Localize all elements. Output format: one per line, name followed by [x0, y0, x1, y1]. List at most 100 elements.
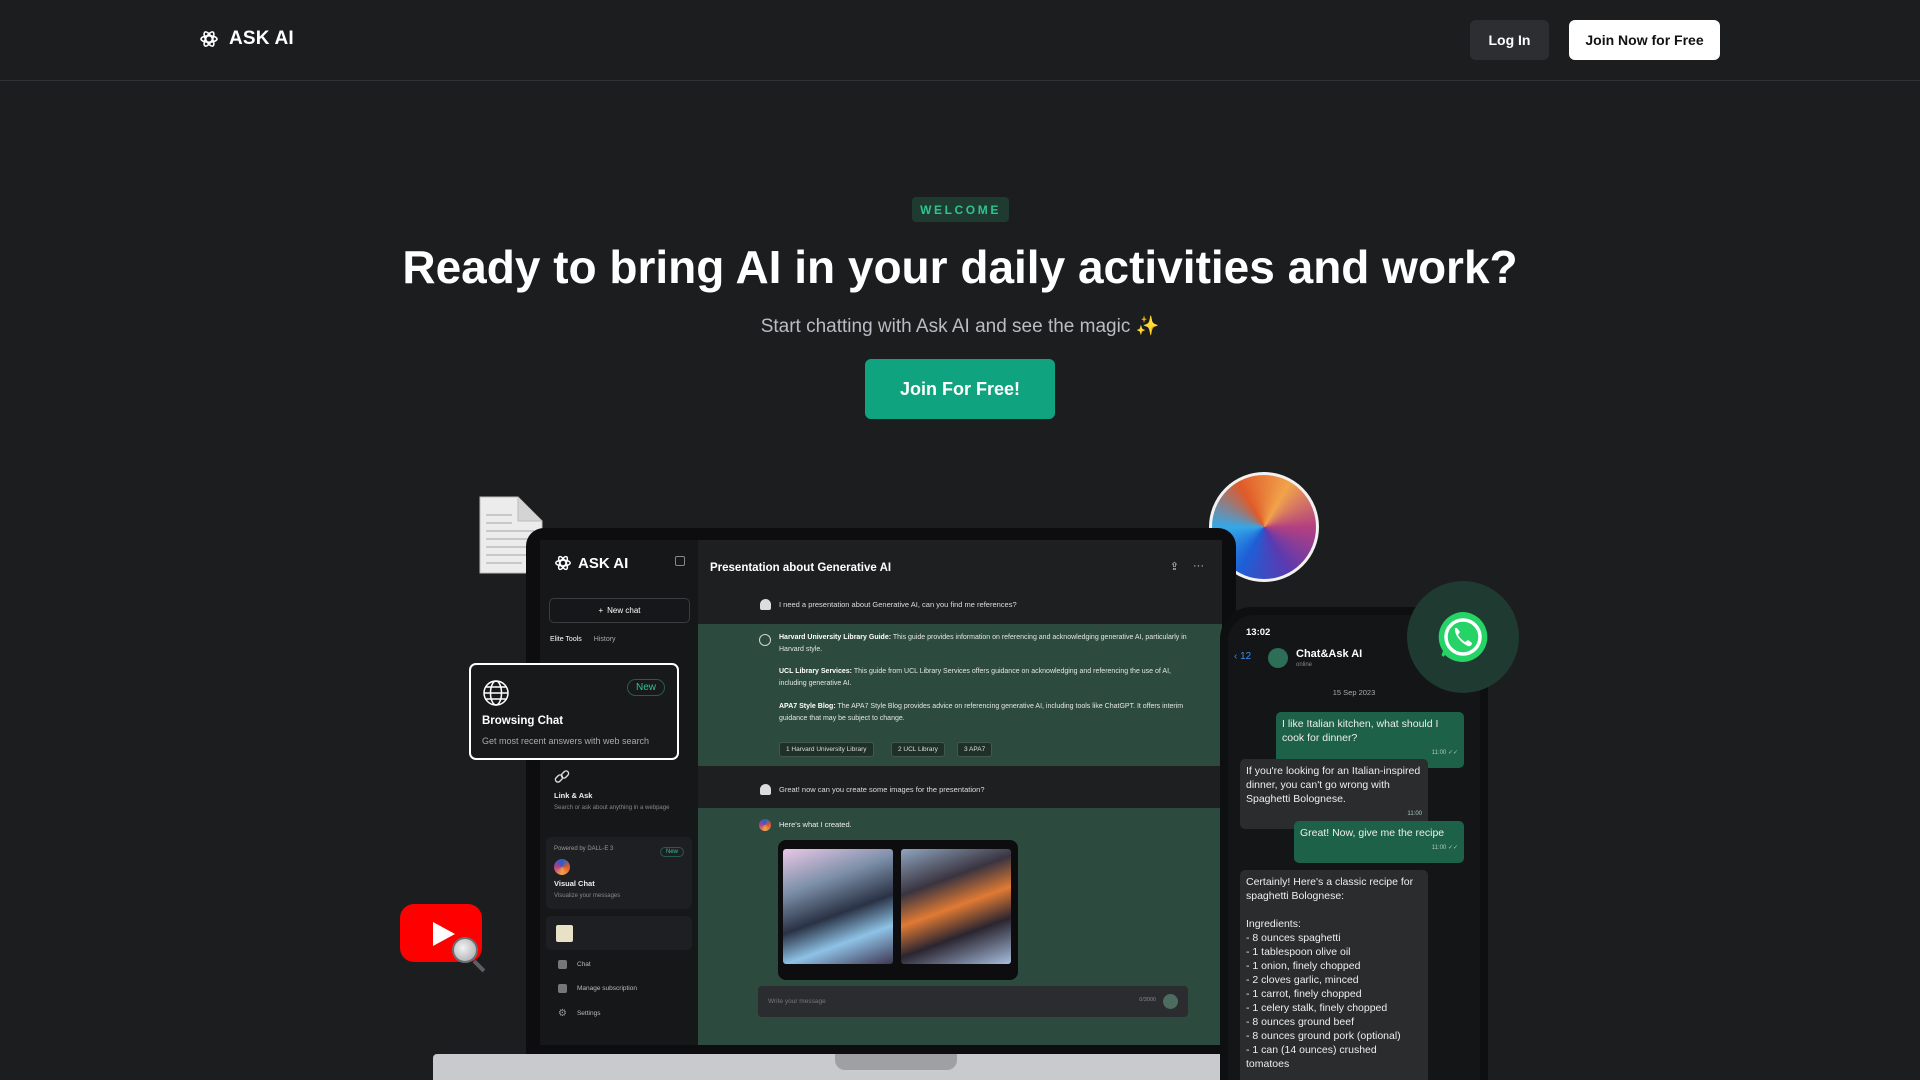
assistant-message-text: Here's what I created. — [779, 820, 852, 829]
plus-icon: + — [598, 606, 604, 615]
ingredient-item: - 1 can (14 ounces) crushed tomatoes — [1246, 1044, 1377, 1070]
sidebar-toggle-icon[interactable] — [675, 556, 685, 566]
reference-name: Harvard University Library Guide: — [779, 634, 892, 641]
user-icon — [760, 784, 771, 795]
login-button[interactable]: Log In — [1470, 20, 1549, 60]
app-sidebar: ASK AI + New chat Elite Tools History Li… — [540, 540, 698, 1045]
reference-text: The APA7 Style Blog provides advice on r… — [779, 703, 1184, 722]
notepad-icon — [556, 925, 573, 942]
app-brand-name: ASK AI — [578, 554, 629, 572]
contact-name: Chat&Ask AI — [1296, 648, 1363, 660]
message-input[interactable]: Write your message 0/3000 — [758, 986, 1188, 1017]
new-chat-label: New chat — [607, 606, 641, 615]
brand-name: ASK AI — [229, 28, 294, 49]
magnifier-handle — [472, 959, 486, 973]
reference-name: UCL Library Services: — [779, 668, 853, 675]
browsing-chat-card[interactable]: New Browsing Chat Get most recent answer… — [469, 663, 679, 760]
link-ask-title: Link & Ask — [554, 791, 593, 800]
user-message-text: Great! now can you create some images fo… — [779, 785, 985, 794]
unread-count: 12 — [1240, 651, 1252, 662]
send-icon[interactable] — [1163, 994, 1178, 1009]
browsing-chat-title: Browsing Chat — [482, 715, 564, 727]
sidebar-item-label: Settings — [576, 1010, 601, 1017]
incoming-recipe-message: Certainly! Here's a classic recipe for s… — [1240, 870, 1428, 1080]
generated-images-card — [778, 840, 1018, 980]
globe-icon — [759, 634, 771, 646]
link-ask-desc: Search or ask about anything in a webpag… — [554, 805, 670, 811]
user-icon — [760, 599, 771, 610]
reference-item: UCL Library Services: This guide from UC… — [779, 666, 1199, 690]
reference-item: Harvard University Library Guide: This g… — [779, 632, 1199, 656]
sidebar-tabs: Elite Tools History — [550, 636, 616, 643]
tab-history[interactable]: History — [594, 636, 616, 643]
play-icon — [433, 922, 455, 946]
visual-chat-desc: Visualize your messages — [554, 893, 621, 899]
sparkle-icon: ✨ — [1135, 316, 1160, 337]
reference-item: APA7 Style Blog: The APA7 Style Blog pro… — [779, 701, 1199, 725]
message-time: 11:00 ✓✓ — [1431, 845, 1458, 851]
globe-icon — [483, 680, 509, 706]
laptop-screen: ASK AI + New chat Elite Tools History Li… — [540, 540, 1222, 1045]
link-ask-tool[interactable]: Link & Ask Search or ask about anything … — [554, 769, 669, 811]
chat-title: Presentation about Generative AI — [710, 562, 892, 574]
reference-chip[interactable]: 2 UCL Library — [891, 742, 945, 757]
openai-knot-icon — [555, 555, 571, 571]
outgoing-message: Great! Now, give me the recipe 11:00 ✓✓ — [1294, 821, 1464, 863]
chat-icon — [558, 960, 567, 969]
reference-chip[interactable]: 1 Harvard University Library — [779, 742, 874, 757]
ingredient-item: - 1 tablespoon olive oil — [1246, 946, 1351, 958]
share-icon[interactable]: ⇪ — [1170, 560, 1179, 573]
incoming-message: If you're looking for an Italian-inspire… — [1240, 759, 1428, 829]
visual-chat-tool[interactable]: New Powered by DALL-E 3 Visual Chat Visu… — [546, 837, 692, 909]
visual-new-badge: New — [659, 847, 684, 857]
message-time: 11:00 ✓✓ — [1431, 750, 1458, 756]
join-now-button[interactable]: Join Now for Free — [1569, 20, 1720, 60]
laptop-notch — [835, 1054, 957, 1070]
powered-by-label: Powered by DALL-E 3 — [554, 846, 614, 852]
ingredient-item: - 1 celery stalk, finely chopped — [1246, 1002, 1388, 1014]
user-message: Great! now can you create some images fo… — [760, 784, 985, 795]
gear-icon: ⚙ — [558, 1008, 567, 1019]
hero-subtitle-text: Start chatting with Ask AI and see the m… — [760, 316, 1131, 337]
reference-chips: 1 Harvard University Library 2 UCL Libra… — [779, 742, 1199, 757]
message-text: I like Italian kitchen, what should I co… — [1282, 718, 1439, 744]
browsing-chat-desc: Get most recent answers with web search — [482, 736, 650, 746]
whatsapp-icon — [1438, 612, 1488, 662]
message-text: Certainly! Here's a classic recipe for s… — [1246, 876, 1414, 902]
brand-logo[interactable]: ASK AI — [199, 28, 294, 50]
more-icon[interactable]: ··· — [1193, 560, 1204, 573]
sidebar-item-label: Chat — [577, 961, 591, 968]
tab-elite-tools[interactable]: Elite Tools — [550, 636, 582, 643]
new-chat-button[interactable]: + New chat — [549, 598, 690, 623]
user-message-text: I need a presentation about Generative A… — [779, 600, 1017, 609]
message-time: 11:00 — [1407, 811, 1422, 817]
ingredient-item: - 8 ounces ground beef — [1246, 1016, 1354, 1028]
image-tool-tile[interactable] — [546, 916, 692, 950]
char-counter: 0/3000 — [1139, 997, 1156, 1003]
reference-name: APA7 Style Blog: — [779, 703, 836, 710]
ingredient-item: - 2 cloves garlic, minced — [1246, 974, 1359, 986]
welcome-badge: WELCOME — [912, 197, 1009, 222]
sidebar-item-settings[interactable]: ⚙ Settings — [558, 1008, 600, 1019]
generated-image[interactable] — [783, 849, 893, 964]
message-text: Great! Now, give me the recipe — [1300, 827, 1445, 839]
join-for-free-button[interactable]: Join For Free! — [865, 359, 1055, 419]
sidebar-item-chat[interactable]: Chat — [558, 960, 591, 969]
reference-chip[interactable]: 3 APA7 — [957, 742, 993, 757]
laptop-base — [433, 1054, 1233, 1080]
ingredient-item: - 1 onion, finely chopped — [1246, 960, 1361, 972]
app-brand[interactable]: ASK AI — [554, 554, 628, 572]
phone-clock: 13:02 — [1246, 627, 1271, 638]
assistant-answer: Harvard University Library Guide: This g… — [698, 624, 1222, 766]
generated-image[interactable] — [901, 849, 1011, 964]
sidebar-item-manage-subscription[interactable]: Manage subscription — [558, 984, 637, 993]
ingredient-item: - 1 carrot, finely chopped — [1246, 988, 1362, 1000]
ingredient-item: - 8 ounces spaghetti — [1246, 932, 1341, 944]
chat-actions: ⇪ ··· — [1170, 560, 1204, 573]
openai-knot-icon — [200, 31, 218, 47]
avatar[interactable] — [1268, 648, 1288, 668]
back-button[interactable]: ‹ 12 — [1234, 651, 1251, 662]
hero-headline: Ready to bring AI in your daily activiti… — [402, 241, 1518, 293]
link-icon — [554, 770, 570, 783]
dalle-icon — [554, 859, 570, 875]
